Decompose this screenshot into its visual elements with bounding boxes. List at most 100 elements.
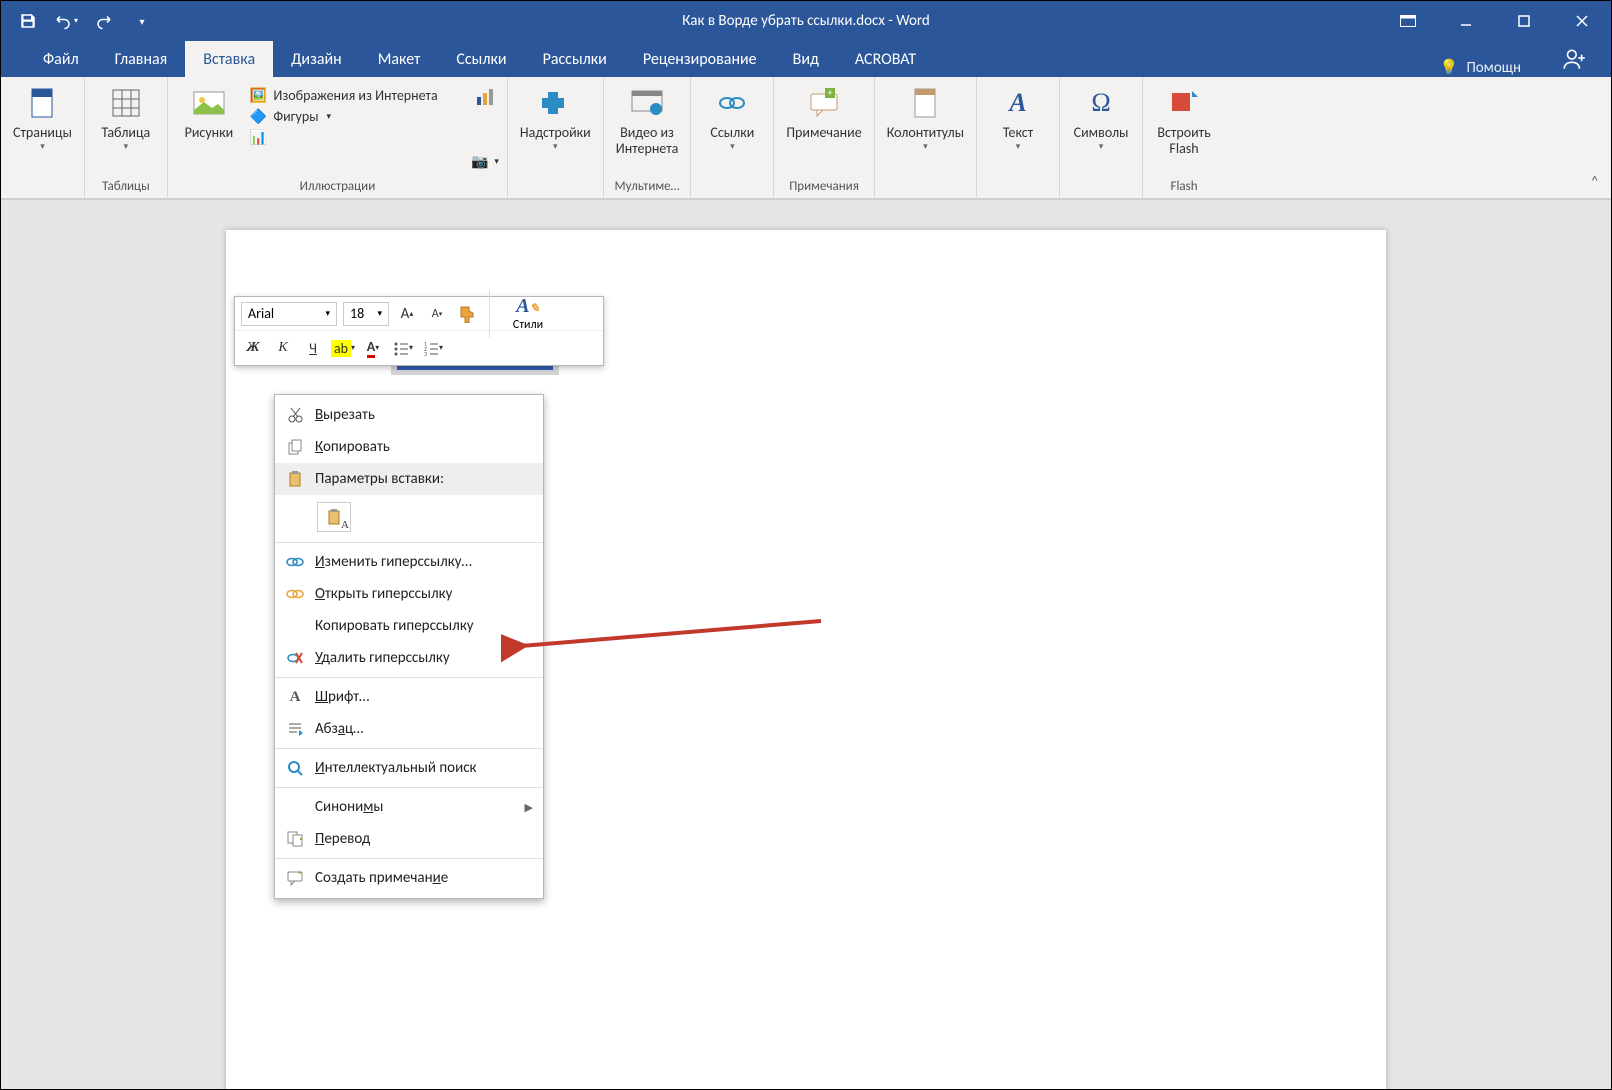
- context-menu-item[interactable]: Копировать гиперссылку: [275, 610, 543, 642]
- font-combo-value: Arial: [248, 305, 274, 322]
- tab-review[interactable]: Рецензирование: [625, 41, 775, 77]
- shapes-icon: 🔷: [250, 108, 267, 125]
- open-link-icon: [285, 584, 305, 604]
- undo-icon[interactable]: ▾: [53, 8, 79, 34]
- pictures-button[interactable]: Рисунки: [176, 83, 242, 143]
- tab-home[interactable]: Главная: [97, 41, 186, 77]
- shapes-button[interactable]: 🔷 Фигуры▾: [250, 108, 438, 125]
- tab-acrobat[interactable]: ACROBAT: [837, 41, 934, 77]
- qat-more-icon[interactable]: ▾: [129, 8, 155, 34]
- maximize-icon[interactable]: [1495, 1, 1553, 41]
- font-icon: A: [285, 687, 305, 707]
- copy-icon: [285, 437, 305, 457]
- context-menu-item[interactable]: Синонимы▶: [275, 791, 543, 823]
- smartart-button[interactable]: 📊: [250, 129, 438, 146]
- tab-mailings[interactable]: Рассылки: [525, 41, 625, 77]
- shrink-font-icon[interactable]: A▾: [425, 302, 449, 326]
- online-video-button[interactable]: Видео из Интернета: [612, 83, 683, 159]
- submenu-arrow-icon: ▶: [525, 801, 533, 814]
- context-menu-item[interactable]: Удалить гиперссылку: [275, 642, 543, 674]
- group-media-label: Мультиме…: [604, 177, 691, 198]
- italic-icon[interactable]: К: [271, 336, 295, 360]
- headers-button[interactable]: Колонтитулы▾: [883, 83, 968, 154]
- window-title: Как в Ворде убрать ссылки.docx - Word: [1, 12, 1611, 30]
- ribbon-display-options-icon[interactable]: [1379, 1, 1437, 41]
- screenshot-button[interactable]: 📷▾: [471, 153, 499, 170]
- quick-access-toolbar: ▾ ▾: [1, 1, 169, 41]
- context-menu-item-label: Параметры вставки:: [315, 470, 444, 488]
- context-menu-item[interactable]: Перевод: [275, 823, 543, 855]
- group-links: Ссылки▾: [691, 77, 774, 198]
- links-icon: [714, 85, 750, 121]
- tab-view[interactable]: Вид: [775, 41, 837, 77]
- context-menu-item[interactable]: Изменить гиперссылку…: [275, 546, 543, 578]
- styles-button[interactable]: A✎ Стили: [500, 295, 556, 332]
- format-painter-icon[interactable]: [455, 302, 479, 326]
- close-icon[interactable]: [1553, 1, 1611, 41]
- flash-label: Встроить Flash: [1157, 125, 1210, 157]
- context-menu-item[interactable]: Открыть гиперссылку: [275, 578, 543, 610]
- addins-button[interactable]: Надстройки▾: [516, 83, 595, 154]
- text-button[interactable]: A Текст▾: [985, 83, 1051, 154]
- context-menu-item-label: Перевод: [315, 830, 370, 848]
- bullets-icon[interactable]: ▾: [391, 336, 415, 360]
- flash-icon: [1166, 85, 1202, 121]
- font-color-icon[interactable]: A▾: [361, 336, 385, 360]
- table-button[interactable]: Таблица▾: [93, 83, 159, 154]
- minimize-icon[interactable]: [1437, 1, 1495, 41]
- tab-insert[interactable]: Вставка: [185, 41, 273, 77]
- context-menu-item[interactable]: Копировать: [275, 431, 543, 463]
- symbols-button[interactable]: Ω Символы▾: [1068, 83, 1134, 154]
- context-menu-separator: [275, 787, 543, 788]
- styles-label: Стили: [513, 318, 543, 332]
- cut-icon: [285, 405, 305, 425]
- para-icon: [285, 719, 305, 739]
- redo-icon[interactable]: [91, 8, 117, 34]
- context-menu-item[interactable]: Вырезать: [275, 399, 543, 431]
- comment-button[interactable]: + Примечание: [782, 83, 865, 143]
- collapse-ribbon-icon[interactable]: ˄: [1590, 173, 1599, 192]
- context-menu-item[interactable]: AШрифт…: [275, 681, 543, 713]
- flash-button[interactable]: Встроить Flash: [1151, 83, 1217, 159]
- group-addins: Надстройки▾: [508, 77, 604, 198]
- paste-icon: [285, 469, 305, 489]
- save-icon[interactable]: [15, 8, 41, 34]
- styles-icon: A✎: [516, 295, 539, 318]
- comment-icon: +: [285, 868, 305, 888]
- tab-design[interactable]: Дизайн: [273, 41, 360, 77]
- remove-link-icon: [285, 648, 305, 668]
- font-size-combo[interactable]: 18▾: [343, 302, 389, 326]
- table-icon: [108, 85, 144, 121]
- table-label: Таблица: [102, 125, 151, 141]
- grow-font-icon[interactable]: A▴: [395, 302, 419, 326]
- context-menu-item[interactable]: Абзац…: [275, 713, 543, 745]
- context-menu: ВырезатьКопировать Параметры вставки: A Изм…: [274, 394, 544, 899]
- numbering-icon[interactable]: 123▾: [421, 336, 445, 360]
- tab-file[interactable]: Файл: [25, 41, 97, 77]
- chart-button[interactable]: [475, 87, 495, 111]
- font-combo[interactable]: Arial▾: [241, 302, 337, 326]
- group-symbols: Ω Символы▾: [1060, 77, 1143, 198]
- context-menu-item[interactable]: +Создать примечание: [275, 862, 543, 894]
- online-pictures-label: Изображения из Интернета: [273, 87, 437, 104]
- underline-icon[interactable]: Ч: [301, 336, 325, 360]
- group-pages-label: [1, 177, 84, 198]
- omega-icon: Ω: [1083, 85, 1119, 121]
- pages-button[interactable]: Страницы▾: [9, 83, 76, 154]
- context-menu-separator: [275, 748, 543, 749]
- tab-references[interactable]: Ссылки: [438, 41, 524, 77]
- blank-icon: [285, 797, 305, 817]
- links-button[interactable]: Ссылки▾: [699, 83, 765, 154]
- online-pictures-button[interactable]: 🖼️ Изображения из Интернета: [250, 87, 438, 104]
- highlight-icon[interactable]: ab▾: [331, 336, 355, 360]
- text-icon: A: [1000, 85, 1036, 121]
- video-label: Видео из Интернета: [616, 125, 679, 157]
- blank-icon: [285, 616, 305, 636]
- share-icon[interactable]: [1561, 41, 1587, 77]
- ribbon: Страницы▾ Таблица▾ Таблицы Рисунки: [1, 77, 1611, 199]
- bold-icon[interactable]: Ж: [241, 336, 265, 360]
- paste-keep-formatting-icon[interactable]: A: [317, 502, 351, 532]
- tab-layout[interactable]: Макет: [360, 41, 439, 77]
- context-menu-item[interactable]: Интеллектуальный поиск: [275, 752, 543, 784]
- context-menu-item-label: Копировать гиперссылку: [315, 617, 474, 635]
